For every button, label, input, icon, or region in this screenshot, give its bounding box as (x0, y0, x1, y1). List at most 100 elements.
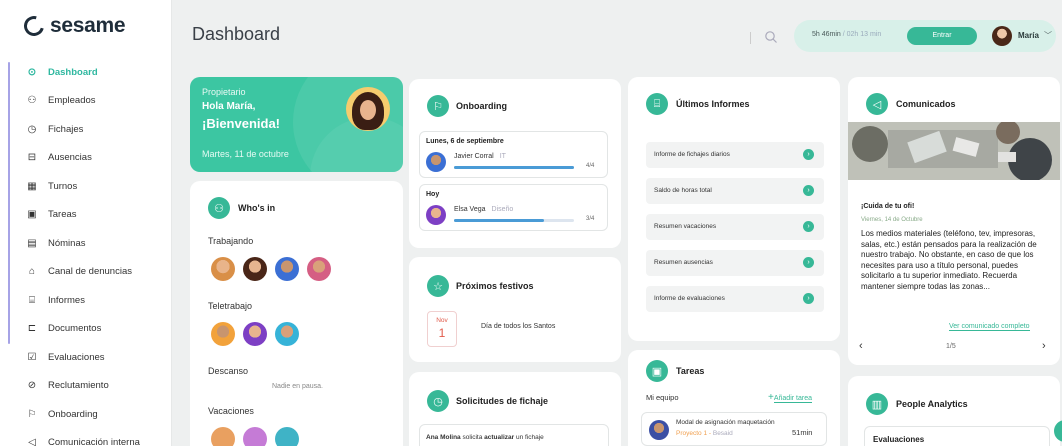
break-label: Descanso (208, 366, 249, 376)
avatar[interactable] (211, 257, 235, 281)
whos-in-card: ⚇ Who's in Trabajando Teletrabajo Descan… (190, 181, 403, 446)
avatar[interactable] (307, 257, 331, 281)
header-divider (750, 32, 751, 44)
avatar[interactable] (275, 427, 299, 446)
arrow-right-icon[interactable]: › (803, 293, 814, 304)
onboarding-group[interactable]: Hoy Elsa Vega Diseño 3/4 (419, 184, 608, 231)
user-role: Propietario (202, 87, 246, 97)
progress-count: 3/4 (586, 216, 595, 222)
sidebar-item-label: Documentos (48, 323, 102, 335)
arrow-right-icon[interactable]: › (803, 221, 814, 232)
progress-fill (454, 166, 574, 169)
recruit-icon: ⊘ (27, 380, 37, 392)
team-label: Mi equipo (646, 393, 679, 402)
chevron-left-icon[interactable]: ‹ (859, 340, 863, 352)
card-title: Próximos festivos (456, 281, 534, 291)
avatar[interactable] (211, 427, 235, 446)
enter-button[interactable]: Entrar (907, 27, 977, 45)
report-label: Resumen vacaciones (654, 223, 717, 230)
sidebar-item-ausencias[interactable]: ⊟ Ausencias (0, 144, 172, 173)
reports-icon: ⌸ (29, 294, 35, 306)
report-item[interactable]: Resumen ausencias › (646, 250, 824, 276)
sidebar-item-onboarding[interactable]: ⚐ Onboarding (0, 400, 172, 429)
analytics-icon: ▥ (866, 393, 888, 415)
report-item[interactable]: Resumen vacaciones › (646, 214, 824, 240)
sidebar-item-label: Ausencias (48, 152, 92, 164)
avatar[interactable] (243, 427, 267, 446)
arrow-right-icon[interactable]: › (803, 149, 814, 160)
sidebar-item-label: Dashboard (48, 66, 98, 78)
avatar (426, 152, 446, 172)
speaker-icon: ◁ (28, 437, 36, 446)
sidebar-item-label: Onboarding (48, 408, 98, 420)
task-project: Proyecto 1 - Besaid (676, 430, 733, 437)
sidebar-item-label: Empleados (48, 95, 96, 107)
signpost-icon: ⚐ (427, 95, 449, 117)
chevron-down-icon[interactable]: ﹀ (1044, 30, 1052, 41)
announcement-image[interactable] (848, 122, 1060, 180)
card-title: Onboarding (456, 101, 507, 111)
add-task-button[interactable]: +Añadir tarea (768, 392, 812, 403)
sidebar-item-comunicacion-interna[interactable]: ◁ Comunicación interna (0, 429, 172, 446)
report-label: Saldo de horas total (654, 187, 712, 194)
report-label: Resumen ausencias (654, 259, 713, 266)
avatar[interactable] (243, 322, 267, 346)
star-icon: ☆ (427, 275, 449, 297)
avatar (649, 420, 669, 440)
employee-name: Javier Corral IT (454, 153, 506, 160)
sidebar-item-dashboard[interactable]: ⊙ Dashboard (0, 58, 172, 87)
brand-logo[interactable]: sesame (20, 12, 126, 40)
sidebar-item-informes[interactable]: ⌸ Informes (0, 286, 172, 315)
sidebar-item-reclutamiento[interactable]: ⊘ Reclutamiento (0, 372, 172, 401)
task-item[interactable]: Modal de asignación maquetación Proyecto… (641, 412, 827, 446)
request-item[interactable]: Ana Molina solicita actualizar un fichaj… (419, 424, 609, 446)
progress-count: 4/4 (586, 163, 595, 169)
sidebar-item-turnos[interactable]: ▦ Turnos (0, 172, 172, 201)
plus-icon: + (768, 392, 774, 403)
sidebar-item-label: Reclutamiento (48, 380, 109, 392)
calendar-icon: ▦ (27, 180, 37, 192)
avatar[interactable] (275, 322, 299, 346)
sidebar-item-fichajes[interactable]: ◷ Fichajes (0, 115, 172, 144)
announcements-card: ◁ Comunicados ¡Cuida de tu ofi! Viernes,… (848, 77, 1060, 365)
welcome-message: ¡Bienvenida! (202, 116, 281, 131)
card-title: Últimos Informes (676, 99, 750, 109)
sidebar-item-evaluaciones[interactable]: ☑ Evaluaciones (0, 343, 172, 372)
group-date: Hoy (426, 191, 440, 198)
avatar[interactable] (211, 322, 235, 346)
card-title: People Analytics (896, 399, 968, 409)
arrow-right-icon[interactable]: › (803, 257, 814, 268)
avatar[interactable] (275, 257, 299, 281)
search-icon[interactable] (764, 30, 778, 44)
holiday-day: 1 (438, 326, 446, 340)
sidebar-item-label: Fichajes (48, 123, 84, 135)
whos-in-icon: ⚇ (208, 197, 230, 219)
dashboard-icon: ⊙ (27, 66, 37, 78)
brand-name: sesame (50, 14, 126, 37)
sidebar-item-canal-denuncias[interactable]: ⌂ Canal de denuncias (0, 258, 172, 287)
sidebar-item-label: Tareas (48, 209, 77, 221)
welcome-card: Propietario Hola María, ¡Bienvenida! Mar… (190, 77, 403, 172)
sidebar-item-empleados[interactable]: ⚇ Empleados (0, 87, 172, 116)
sidebar-item-tareas[interactable]: ▣ Tareas (0, 201, 172, 230)
report-item[interactable]: Saldo de horas total › (646, 178, 824, 204)
user-name[interactable]: María (1018, 31, 1039, 40)
sidebar: sesame ⊙ Dashboard ⚇ Empleados ◷ Fichaje… (0, 0, 172, 446)
arrow-right-icon[interactable]: › (803, 185, 814, 196)
view-full-announcement-link[interactable]: Ver comunicado completo (949, 323, 1030, 331)
holiday-name: Día de todos los Santos (481, 323, 556, 330)
section-title: Evaluaciones (873, 435, 925, 444)
chevron-right-icon[interactable]: › (1042, 340, 1046, 352)
onboarding-group[interactable]: Lunes, 6 de septiembre Javier Corral IT 4… (419, 131, 608, 178)
report-item[interactable]: Informe de evaluaciones › (646, 286, 824, 312)
user-avatar[interactable] (992, 26, 1012, 46)
progress-bar (454, 166, 574, 169)
avatar[interactable] (243, 257, 267, 281)
analytics-section[interactable]: Evaluaciones (864, 426, 1050, 446)
report-item[interactable]: Informe de fichajes diarios › (646, 142, 824, 168)
clock-in-widget: 5h 46min / 02h 13 min Entrar María ﹀ (794, 20, 1056, 52)
sesame-logo-icon (20, 12, 48, 40)
announcement-date: Viernes, 14 de Octubre (861, 217, 923, 223)
sidebar-item-nominas[interactable]: ▤ Nóminas (0, 229, 172, 258)
sidebar-item-documentos[interactable]: ⊏ Documentos (0, 315, 172, 344)
